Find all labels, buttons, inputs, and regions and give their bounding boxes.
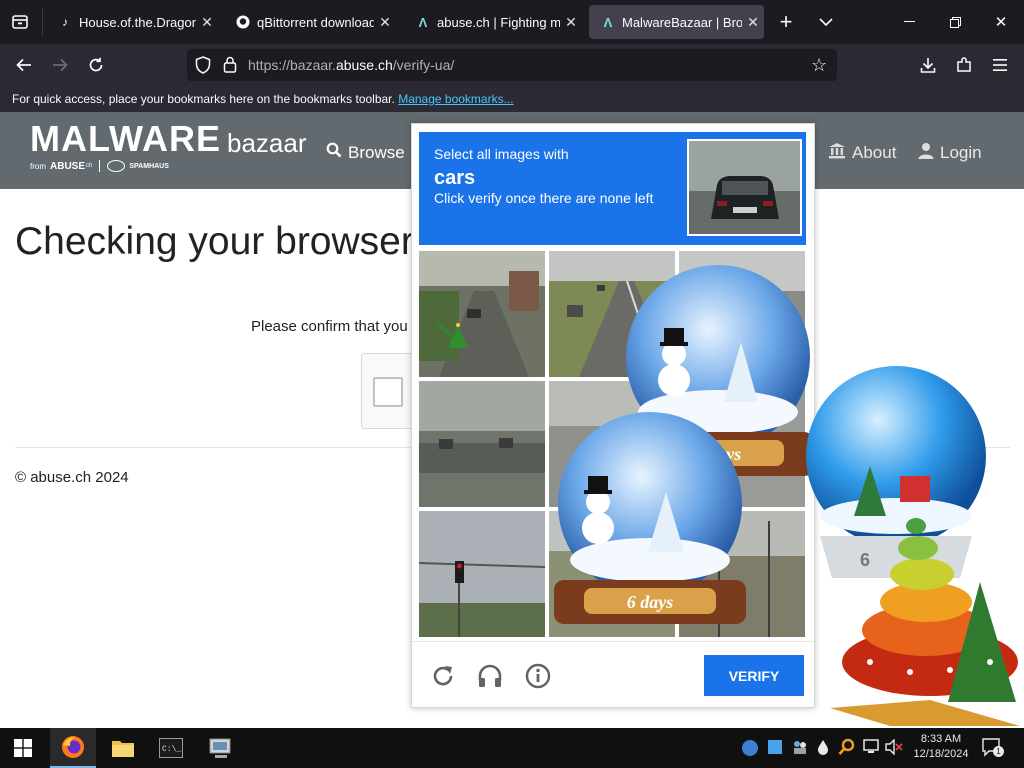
reload-button[interactable]: [80, 50, 112, 80]
close-tab-icon[interactable]: ✕: [742, 14, 764, 31]
tab-qbittorrent[interactable]: qBittorrent download l ✕: [224, 5, 396, 39]
new-tab-icon[interactable]: +: [770, 7, 802, 37]
spamhaus-icon: [107, 160, 126, 172]
close-tab-icon[interactable]: ✕: [560, 14, 582, 31]
snowglobe-overlay-2[interactable]: 6 days: [548, 408, 752, 630]
abuse-ch-icon: Λ: [418, 14, 428, 30]
start-button[interactable]: [0, 728, 46, 768]
tab-house-of-the-dragon[interactable]: ♪ House.of.the.Dragon.S ✕: [46, 5, 218, 39]
logo-byline: from ABUSE ch SPAMHAUS: [30, 160, 169, 172]
manage-bookmarks-link[interactable]: Manage bookmarks...: [398, 92, 513, 106]
downloads-icon[interactable]: [912, 50, 944, 80]
file-explorer-icon[interactable]: [100, 728, 146, 768]
captcha-sample-image: [687, 139, 802, 236]
list-all-tabs-icon[interactable]: [810, 7, 842, 37]
captcha-hint: Click verify once there are none left: [434, 190, 654, 206]
tab-title: MalwareBazaar | Brows: [622, 14, 742, 30]
tab-title: abuse.ch | Fighting ma: [437, 14, 560, 30]
tray-search-icon[interactable]: [838, 738, 856, 761]
close-tab-icon[interactable]: ✕: [196, 14, 218, 31]
minimize-icon[interactable]: [886, 0, 932, 44]
logo-bazaar[interactable]: bazaar: [227, 128, 307, 159]
url-path: /verify-ua/: [392, 57, 455, 73]
forward-button[interactable]: [44, 50, 76, 80]
clock-time: 8:33 AM: [920, 733, 962, 745]
shield-icon[interactable]: [195, 56, 211, 79]
user-icon: [918, 142, 934, 164]
tray-app-icon[interactable]: [742, 740, 758, 756]
remote-desktop-icon[interactable]: [198, 728, 244, 768]
nav-browse[interactable]: Browse: [326, 142, 405, 163]
bookmark-star-icon[interactable]: ☆: [811, 55, 827, 76]
tray-drop-icon[interactable]: [817, 739, 829, 760]
tab-malwarebazaar[interactable]: Λ MalwareBazaar | Brows ✕: [589, 5, 764, 39]
nav-login[interactable]: Login: [918, 142, 982, 164]
url-text: https://bazaar.abuse.ch/verify-ua/: [248, 57, 454, 73]
headphones-icon[interactable]: [476, 662, 504, 690]
info-icon[interactable]: [524, 662, 552, 690]
network-icon[interactable]: [862, 739, 880, 760]
logo-spamhaus: SPAMHAUS: [129, 162, 169, 170]
captcha-footer: VERIFY: [412, 641, 814, 708]
logo-from: from: [30, 161, 46, 171]
tab-title: House.of.the.Dragon.S: [79, 14, 196, 30]
captcha-checkbox[interactable]: [373, 377, 403, 407]
logo-malware[interactable]: MALWARE: [30, 118, 221, 160]
url-domain: abuse.ch: [335, 57, 393, 73]
music-note-icon: ♪: [62, 15, 68, 29]
firefox-taskbar-icon[interactable]: [50, 728, 96, 768]
captcha-header: Select all images with cars Click verify…: [419, 132, 806, 245]
captcha-tile-4[interactable]: [419, 381, 545, 507]
address-bar[interactable]: https://bazaar.abuse.ch/verify-ua/ ☆: [187, 49, 837, 81]
logo-abuse: ABUSE: [50, 160, 86, 172]
app-menu-icon[interactable]: [984, 50, 1016, 80]
search-icon: [326, 142, 342, 163]
snowglobe-label-2: 6 days: [627, 592, 674, 612]
volume-muted-icon[interactable]: [885, 738, 903, 760]
back-button[interactable]: [8, 50, 40, 80]
lock-icon[interactable]: [223, 56, 237, 78]
bank-icon: [828, 142, 846, 164]
notification-center-icon[interactable]: 1: [982, 738, 1004, 758]
logo-abuse-sup: ch: [86, 163, 93, 169]
nav-about-label: About: [852, 143, 897, 162]
captcha-tile-1[interactable]: [419, 251, 545, 377]
tab-abuse-ch[interactable]: Λ abuse.ch | Fighting ma ✕: [404, 5, 582, 39]
svg-text:C:\_: C:\_: [162, 745, 181, 754]
tray-people-icon[interactable]: [792, 739, 808, 760]
bookmarks-toolbar: For quick access, place your bookmarks h…: [0, 86, 1024, 112]
tray-window-icon[interactable]: [768, 740, 782, 754]
close-window-icon[interactable]: ✕: [978, 0, 1024, 44]
copyright: © abuse.ch 2024: [15, 469, 129, 486]
notification-count: 1: [993, 746, 1004, 757]
captcha-instruction: Select all images with: [434, 146, 569, 162]
nav-browse-label: Browse: [348, 142, 405, 162]
christmas-tree-overlay[interactable]: [830, 512, 1024, 726]
tab-title: qBittorrent download l: [257, 14, 374, 30]
taskbar: C:\_ 8:33 AM 12/18/2024 1: [0, 728, 1024, 768]
page-title: Checking your browser: [15, 220, 414, 263]
verify-button[interactable]: VERIFY: [704, 655, 804, 696]
terminal-icon[interactable]: C:\_: [148, 728, 194, 768]
clock[interactable]: 8:33 AM 12/18/2024: [910, 732, 972, 762]
bookmarks-message: For quick access, place your bookmarks h…: [12, 92, 514, 106]
github-icon: [236, 15, 250, 29]
clock-date: 12/18/2024: [913, 748, 969, 760]
extensions-icon[interactable]: [948, 50, 980, 80]
abuse-ch-icon: Λ: [603, 14, 613, 30]
close-tab-icon[interactable]: ✕: [374, 14, 396, 31]
reload-icon[interactable]: [429, 662, 457, 690]
captcha-tile-7[interactable]: [419, 511, 545, 637]
nav-about[interactable]: About: [828, 142, 896, 164]
nav-login-label: Login: [940, 143, 982, 162]
navigation-toolbar: https://bazaar.abuse.ch/verify-ua/ ☆: [0, 44, 1024, 86]
restore-icon[interactable]: [932, 0, 978, 44]
small-tree-icon: [434, 318, 468, 352]
tab-strip: ♪ House.of.the.Dragon.S ✕ qBittorrent do…: [0, 0, 1024, 44]
firefox-view-icon[interactable]: [4, 7, 36, 37]
captcha-target: cars: [434, 167, 476, 189]
confirm-text: Please confirm that you: [251, 318, 408, 335]
url-prefix: https://bazaar.: [248, 57, 336, 73]
bookmarks-hint: For quick access, place your bookmarks h…: [12, 92, 395, 106]
